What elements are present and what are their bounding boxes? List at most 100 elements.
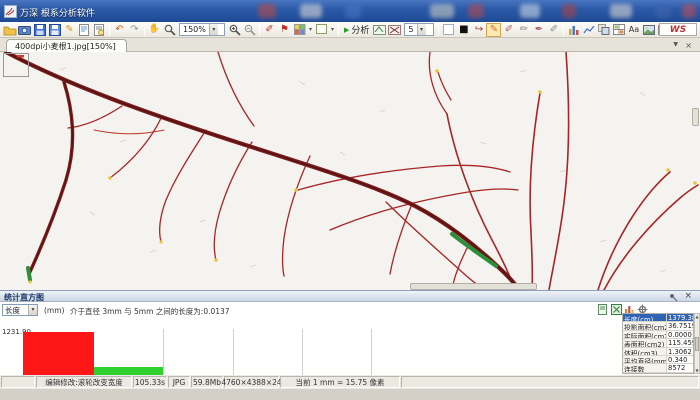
root-image-canvas[interactable] xyxy=(0,52,700,290)
analyze-button[interactable]: ▶ 分析 xyxy=(341,23,372,37)
table-row[interactable]: 平均直径(mm) 0.340 xyxy=(623,356,693,364)
edit-pencil-icon[interactable]: ✎ xyxy=(62,23,77,37)
chevron-down-icon[interactable]: ▾ xyxy=(209,24,218,35)
histogram-bar-0-0.5[interactable] xyxy=(23,332,94,375)
trace-pen-icon[interactable]: ✐ xyxy=(262,23,277,37)
save-icon[interactable] xyxy=(32,23,47,37)
redo-icon[interactable]: ↷ xyxy=(127,23,142,37)
gridline xyxy=(302,329,303,375)
window-bottom-edge xyxy=(0,389,700,400)
magnifier-icon[interactable] xyxy=(162,23,177,37)
result-label: 连接数 xyxy=(623,364,667,371)
zoom-level-value: 150% xyxy=(183,25,206,34)
histogram-chart-icon[interactable] xyxy=(566,23,581,37)
save-as-icon[interactable] xyxy=(47,23,62,37)
titlebar-blur-decoration xyxy=(682,4,696,18)
root-trace-overlay xyxy=(0,52,700,290)
horizontal-scrollbar-thumb[interactable] xyxy=(410,283,537,290)
report-document-icon[interactable] xyxy=(92,23,107,37)
close-panel-icon[interactable]: × xyxy=(684,291,692,301)
erase-pen-icon[interactable]: ✏ xyxy=(516,23,531,37)
foreground-color-swatch[interactable] xyxy=(441,23,456,37)
status-cell-time: 105.33s xyxy=(133,376,167,388)
result-value: 0.340 xyxy=(667,356,693,363)
zoom-level-combobox[interactable]: 150% ▾ xyxy=(179,23,225,36)
document-tab-bar: 400dpi小麦根1.jpg[150%] ▼ × xyxy=(0,38,700,52)
export-document-icon[interactable] xyxy=(77,23,92,37)
chevron-down-icon[interactable]: ▾ xyxy=(307,26,314,33)
pan-hand-icon[interactable]: ✋ xyxy=(147,23,162,37)
ink-pen-icon[interactable]: ✒ xyxy=(531,23,546,37)
palette-icon[interactable] xyxy=(292,23,307,37)
chevron-down-icon[interactable]: ▾ xyxy=(417,24,426,35)
selection-rectangle[interactable] xyxy=(3,53,29,77)
status-bar: 编辑修改:滚轮改变宽度 105.33s JPG 59.8Mb 4760×4388… xyxy=(0,375,700,389)
measure-tool-icon[interactable] xyxy=(387,23,402,37)
background-color-swatch[interactable]: ■ xyxy=(456,23,471,37)
undo-icon[interactable]: ↶ xyxy=(112,23,127,37)
result-label: 平均直径(mm) xyxy=(623,356,667,363)
mark-flag-icon[interactable]: ⚑ xyxy=(277,23,292,37)
window-title: 万深 根系分析软件 xyxy=(20,6,95,19)
result-value: 8572 xyxy=(667,364,693,371)
table-row[interactable]: 长度(cm) 1379.383 xyxy=(623,314,693,322)
titlebar-blur-decoration xyxy=(562,4,576,18)
parameter-combobox[interactable]: 5 ▾ xyxy=(404,23,434,36)
open-image-icon[interactable] xyxy=(2,23,17,37)
tab-close-icon[interactable]: × xyxy=(685,41,692,50)
batch-process-icon[interactable] xyxy=(596,23,611,37)
table-scrollbar-thumb[interactable] xyxy=(695,337,699,351)
export-excel-icon[interactable] xyxy=(611,304,622,315)
table-row[interactable]: 投影面积(cm2) 36.7519 xyxy=(623,322,693,330)
acquire-camera-icon[interactable] xyxy=(17,23,32,37)
metric-selector-combobox[interactable]: 长度 ▾ xyxy=(2,304,38,316)
status-cell-empty xyxy=(1,376,35,388)
table-row[interactable]: 连接数 8572 xyxy=(623,364,693,372)
connect-pen-icon[interactable]: ✐ xyxy=(546,23,561,37)
redo-trace-icon[interactable]: ↪ xyxy=(471,23,486,37)
pin-panel-icon[interactable] xyxy=(669,293,678,302)
zoom-out-icon[interactable] xyxy=(242,23,257,37)
table-row[interactable]: 实际面积(cm2) 0.0000 xyxy=(623,331,693,339)
titlebar-blur-decoration xyxy=(430,4,454,18)
metric-selector-value: 长度 xyxy=(5,305,20,316)
fill-color-icon[interactable] xyxy=(314,23,329,37)
table-row[interactable]: 体积(cm3) 1.3062 xyxy=(623,348,693,356)
table-scrollbar[interactable]: ▲ ▼ xyxy=(694,313,700,374)
result-value: 1379.383 xyxy=(667,314,693,321)
titlebar-blur-decoration xyxy=(655,4,671,18)
titlebar-blur-decoration xyxy=(468,4,484,18)
vendor-logo-text: WS xyxy=(670,25,686,35)
toolbar-separator xyxy=(259,24,260,36)
scroll-down-icon[interactable]: ▼ xyxy=(695,368,698,373)
image-overlay-icon[interactable] xyxy=(641,23,656,37)
grid-view-icon[interactable] xyxy=(611,23,626,37)
statistics-icon[interactable] xyxy=(581,23,596,37)
result-label: 长度(cm) xyxy=(623,314,667,321)
calibrate-tool-icon[interactable] xyxy=(372,23,387,37)
result-label: 实际面积(cm2) xyxy=(623,331,667,338)
export-report-icon[interactable] xyxy=(598,304,609,315)
active-edit-pen-icon[interactable]: ✎ xyxy=(486,23,501,37)
tab-list-dropdown-icon[interactable]: ▼ xyxy=(673,41,678,48)
histogram-bar-0.5-1[interactable] xyxy=(94,367,163,375)
application-window: 万深 根系分析软件 ✎ ↶ ↷ ✋ 150% ▾ ✐ ⚑ xyxy=(0,0,700,400)
draw-pen-icon[interactable]: ✐ xyxy=(501,23,516,37)
gridline xyxy=(233,329,234,375)
table-row[interactable]: 表面积(cm2) 115.4595 xyxy=(623,339,693,347)
chevron-down-icon[interactable]: ▾ xyxy=(329,26,336,33)
histogram-panel-body: 长度 ▾ (mm) 介于直径 3mm 与 5mm 之间的长度为:0.0137 1… xyxy=(0,302,700,375)
main-toolbar: ✎ ↶ ↷ ✋ 150% ▾ ✐ ⚑ ▾ ▾ ▶ 分析 5 ▾ xyxy=(0,22,700,38)
chevron-down-icon: ▾ xyxy=(28,305,37,315)
zoom-in-icon[interactable] xyxy=(227,23,242,37)
status-cell-format: JPG xyxy=(168,376,190,388)
text-label-icon[interactable]: Aa xyxy=(626,23,641,37)
titlebar-blur-decoration xyxy=(345,4,361,18)
bin-info-text: 介于直径 3mm 与 5mm 之间的长度为:0.0137 xyxy=(70,306,230,317)
vertical-scrollbar-thumb[interactable] xyxy=(692,108,699,126)
title-bar: 万深 根系分析软件 xyxy=(0,0,700,22)
tab-active-image[interactable]: 400dpi小麦根1.jpg[150%] xyxy=(6,39,127,52)
scroll-up-icon[interactable]: ▲ xyxy=(695,314,698,319)
titlebar-blur-decoration xyxy=(610,4,632,18)
status-cell-edit-hint: 编辑修改:滚轮改变宽度 xyxy=(36,376,132,388)
